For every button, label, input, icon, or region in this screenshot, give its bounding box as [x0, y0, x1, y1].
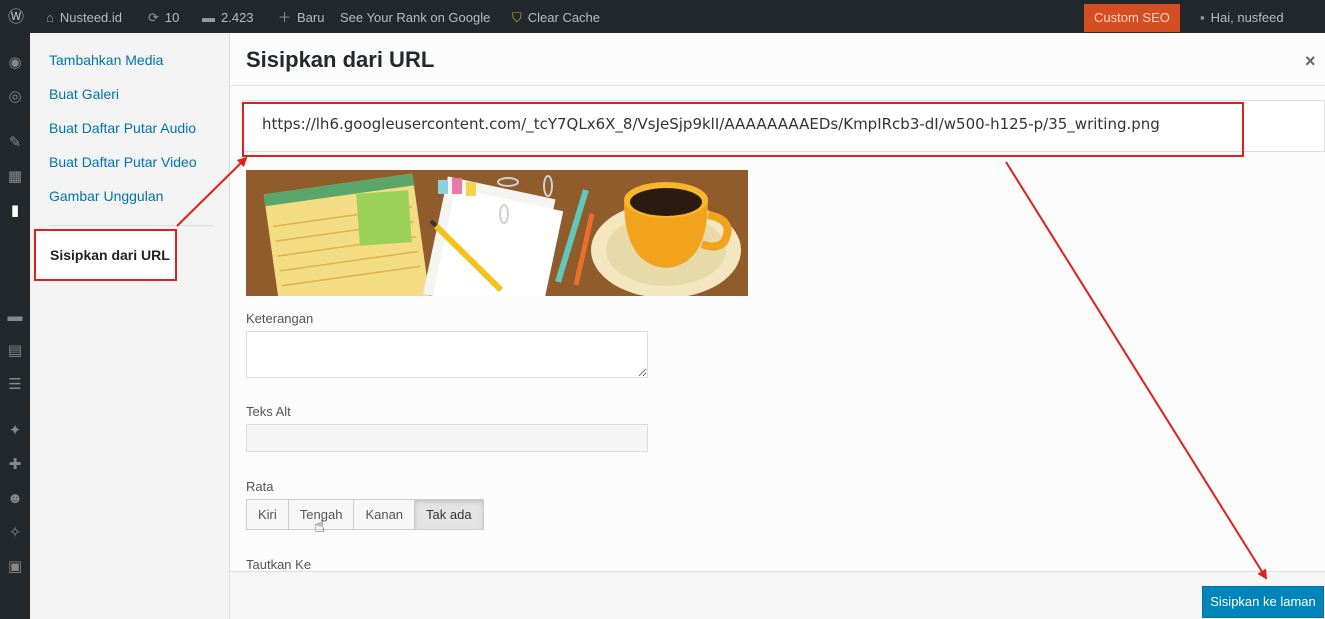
menu-item-featured-image[interactable]: Gambar Unggulan	[49, 188, 163, 204]
refresh-icon: ⟳	[148, 10, 159, 25]
site-name-link[interactable]: ⌂ Nusteed.id	[46, 0, 122, 36]
menu-item-audio-playlist[interactable]: Buat Daftar Putar Audio	[49, 120, 196, 136]
new-content-link[interactable]: ＋ Baru	[278, 0, 324, 36]
pages-icon[interactable]: ▮	[6, 202, 24, 220]
jetpack-icon[interactable]: ◎	[6, 88, 24, 106]
wordpress-logo-icon[interactable]: Ⓦ	[8, 0, 24, 36]
image-preview	[246, 170, 748, 296]
writing-illustration	[246, 170, 748, 296]
admin-bar: Ⓦ ⌂ Nusteed.id ⟳ 10 ▬ 2.423 ＋ Baru See Your …	[0, 0, 1325, 36]
alt-text-input[interactable]	[246, 424, 648, 452]
custom-seo-link[interactable]: Custom SEO	[1084, 4, 1180, 32]
title-divider	[230, 85, 1325, 86]
updates-link[interactable]: ⟳ 10	[148, 0, 179, 36]
home-icon: ⌂	[46, 10, 54, 25]
plus-icon: ＋	[278, 10, 292, 25]
url-field-wrap	[242, 100, 1325, 152]
insert-into-page-button[interactable]: Sisipkan ke laman	[1202, 586, 1324, 618]
menu-item-label: Sisipkan dari URL	[50, 247, 170, 263]
media-icon[interactable]: ▦	[6, 168, 24, 186]
menu-item-buat-galeri[interactable]: Buat Galeri	[49, 86, 119, 102]
alt-text-label: Teks Alt	[246, 404, 291, 419]
link-to-label: Tautkan Ke	[246, 557, 312, 572]
list-icon[interactable]: ☰	[6, 376, 24, 394]
close-icon[interactable]: ×	[1305, 51, 1316, 72]
align-center-button[interactable]: Tengah	[287, 499, 355, 530]
align-none-button[interactable]: Tak ada	[414, 499, 484, 530]
appearance-icon[interactable]: ▤	[6, 342, 24, 360]
dashboard-icon[interactable]: ◉	[6, 54, 24, 72]
admin-side-menu: ◉ ◎ ✎ ▦ ▮ ▬ ▤ ☰ ✦ ✚ ☻ ✧ ▣	[0, 36, 30, 619]
pin-icon[interactable]: ✎	[6, 134, 24, 152]
align-left-button[interactable]: Kiri	[246, 499, 289, 530]
user-greeting[interactable]: ▪ Hai, nusfeed	[1200, 0, 1284, 36]
align-label: Rata	[246, 479, 274, 494]
menu-item-video-playlist[interactable]: Buat Daftar Putar Video	[49, 154, 197, 170]
see-rank-link[interactable]: See Your Rank on Google	[340, 0, 490, 36]
tools-icon[interactable]: ✚	[6, 456, 24, 474]
menu-separator	[49, 225, 214, 226]
shield-icon: ⛉	[512, 10, 522, 25]
wrench-icon[interactable]: ✧	[6, 524, 24, 542]
caption-textarea[interactable]	[246, 331, 648, 378]
menu-item-tambahkan-media[interactable]: Tambahkan Media	[49, 52, 163, 68]
settings-icon[interactable]: ▣	[6, 558, 24, 576]
url-input[interactable]	[247, 104, 1317, 144]
media-modal: Tambahkan Media Buat Galeri Buat Daftar …	[30, 33, 1325, 619]
menu-item-insert-from-url[interactable]: Sisipkan dari URL	[34, 229, 177, 281]
comments-link[interactable]: ▬ 2.423	[202, 0, 254, 36]
avatar: ▪	[1200, 10, 1205, 25]
media-menu: Tambahkan Media Buat Galeri Buat Daftar …	[30, 33, 230, 619]
clear-cache-link[interactable]: ⛉ Clear Cache	[512, 0, 600, 36]
plugins-icon[interactable]: ✦	[6, 422, 24, 440]
media-toolbar: Sisipkan ke laman	[230, 571, 1325, 619]
comments-icon[interactable]: ▬	[6, 308, 24, 326]
frame-title: Sisipkan dari URL	[246, 47, 435, 72]
caption-label: Keterangan	[246, 311, 314, 326]
users-icon[interactable]: ☻	[6, 490, 24, 508]
comment-icon: ▬	[202, 10, 215, 25]
align-right-button[interactable]: Kanan	[353, 499, 416, 530]
align-button-group: Kiri Tengah Kanan Tak ada	[246, 499, 484, 530]
